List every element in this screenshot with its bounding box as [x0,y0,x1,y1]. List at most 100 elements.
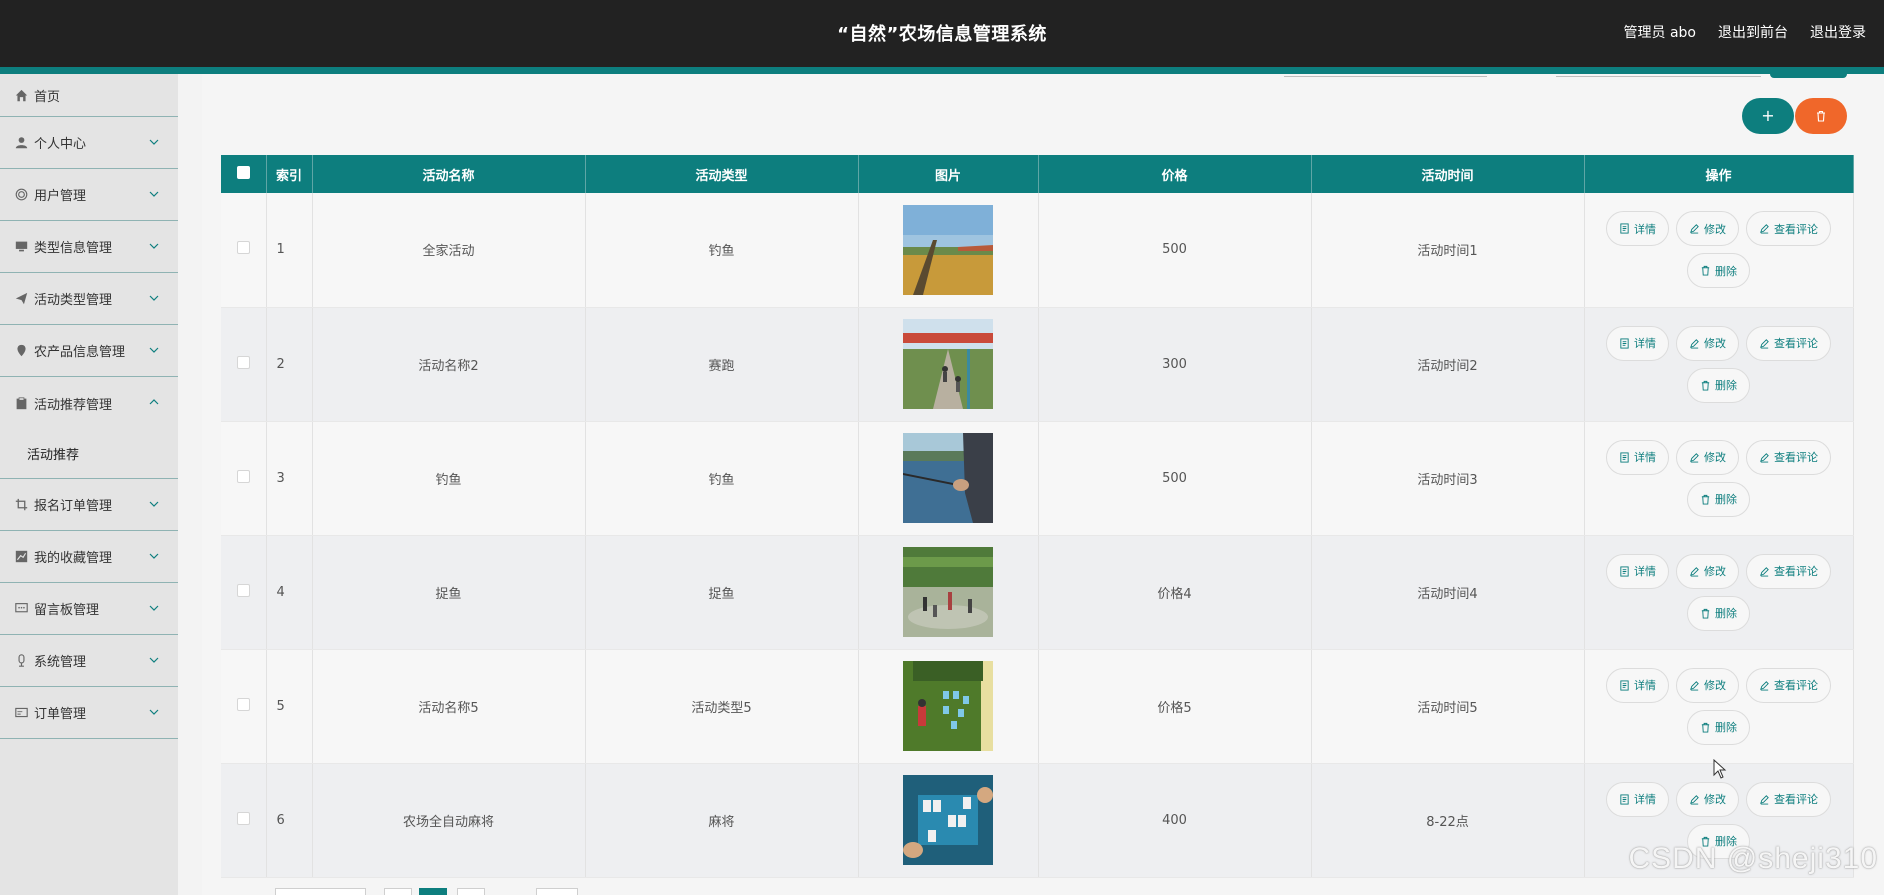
row-checkbox[interactable] [236,469,250,483]
trash-icon [1701,722,1710,733]
edit-button[interactable]: 修改 [1676,553,1739,589]
detail-button[interactable]: 详情 [1606,553,1669,589]
activity-thumbnail[interactable] [903,204,993,295]
sidebar-item-home[interactable]: 首页 [0,74,178,117]
sidebar-item-type-info[interactable]: 类型信息管理 [0,221,178,273]
current-page-button[interactable] [419,888,447,895]
detail-label: 详情 [1634,679,1656,692]
sidebar-item-system[interactable]: 系统管理 [0,635,178,687]
view-comments-button[interactable]: 查看评论 [1746,553,1831,589]
logout-link[interactable]: 退出登录 [1810,22,1866,42]
actions-cell: 详情 修改 查看评论 删除 [1584,421,1854,536]
chevron-down-icon [149,501,159,507]
search-input-underline[interactable] [1284,76,1487,77]
location-icon [14,344,28,358]
comments-label: 查看评论 [1774,793,1818,806]
row-index: 3 [266,421,313,536]
sidebar-item-label: 活动类型管理 [34,293,113,308]
activity-thumbnail[interactable] [903,775,993,865]
chevron-down-icon [149,553,159,559]
row-checkbox-cell[interactable] [221,649,267,764]
edit-button[interactable]: 修改 [1676,667,1739,703]
trash-icon [1701,380,1710,391]
chevron-down-icon [149,191,159,197]
add-button[interactable]: + [1742,98,1794,134]
edit-button[interactable]: 修改 [1676,439,1739,475]
detail-button[interactable]: 详情 [1606,781,1669,817]
sidebar-subitem-activity-recommend[interactable]: 活动推荐 [0,429,178,479]
delete-button[interactable]: 删除 [1687,709,1750,745]
detail-button[interactable]: 详情 [1606,325,1669,361]
search-button[interactable] [1770,74,1847,78]
next-page-button[interactable] [536,888,578,895]
page-size-select[interactable] [275,888,366,895]
edit-button[interactable]: 修改 [1676,325,1739,361]
row-checkbox-cell[interactable] [221,421,267,536]
activity-name: 捉鱼 [312,535,586,650]
edit-icon [1690,452,1699,463]
select-all-checkbox[interactable] [236,165,250,179]
sidebar-item-label: 类型信息管理 [34,241,113,256]
table-row: 4 捉鱼 捉鱼 价格4 活动时间4 详情 修改 查看评论 删除 [221,535,1854,650]
delete-button[interactable]: 删除 [1687,481,1750,517]
sidebar-item-activity-recommend[interactable]: 活动推荐管理 [0,377,178,429]
row-checkbox-cell[interactable] [221,307,267,422]
page-button[interactable] [457,888,485,895]
row-index: 5 [266,649,313,764]
delete-button[interactable]: 删除 [1687,595,1750,631]
home-icon [14,88,28,102]
sidebar-item-message-board[interactable]: 留言板管理 [0,583,178,635]
row-index: 2 [266,307,313,422]
mic-icon [14,654,28,668]
delete-label: 删除 [1715,493,1737,506]
detail-button[interactable]: 详情 [1606,211,1669,247]
batch-delete-button[interactable] [1795,98,1847,134]
activity-thumbnail[interactable] [903,661,993,751]
sidebar-item-personal-center[interactable]: 个人中心 [0,117,178,169]
document-icon [1620,223,1629,234]
exit-to-front-link[interactable]: 退出到前台 [1718,22,1788,42]
edit-icon [1690,338,1699,349]
sidebar-item-signup-orders[interactable]: 报名订单管理 [0,479,178,531]
view-comments-button[interactable]: 查看评论 [1746,211,1831,247]
select-all-checkbox-cell[interactable] [221,155,267,193]
view-comments-button[interactable]: 查看评论 [1746,781,1831,817]
sidebar-item-orders[interactable]: 订单管理 [0,687,178,739]
activity-name: 全家活动 [312,193,586,308]
view-comments-button[interactable]: 查看评论 [1746,667,1831,703]
edit-button[interactable]: 修改 [1676,211,1739,247]
row-checkbox-cell[interactable] [221,535,267,650]
delete-button[interactable]: 删除 [1687,367,1750,403]
detail-button[interactable]: 详情 [1606,667,1669,703]
activity-time: 活动时间4 [1311,535,1585,650]
activity-thumbnail[interactable] [903,319,993,409]
sidebar-item-activity-type[interactable]: 活动类型管理 [0,273,178,325]
sidebar-item-favorites[interactable]: 我的收藏管理 [0,531,178,583]
view-comments-button[interactable]: 查看评论 [1746,439,1831,475]
activity-table: 索引 活动名称 活动类型 图片 价格 活动时间 操作 1 全家活动 钓鱼 500 [221,155,1854,878]
edit-button[interactable]: 修改 [1676,781,1739,817]
edit-label: 修改 [1704,565,1726,578]
row-checkbox[interactable] [236,355,250,369]
sidebar-item-product-info[interactable]: 农产品信息管理 [0,325,178,377]
activity-thumbnail[interactable] [903,433,993,523]
row-checkbox[interactable] [236,583,250,597]
prev-page-button[interactable] [384,888,412,895]
edit-label: 修改 [1704,222,1726,236]
column-header: 活动时间 [1311,155,1585,193]
search-input-underline[interactable] [1556,76,1761,77]
activity-name: 钓鱼 [312,421,586,536]
activity-thumbnail[interactable] [903,547,993,637]
row-checkbox[interactable] [236,241,250,255]
comments-label: 查看评论 [1774,679,1818,692]
detail-button[interactable]: 详情 [1606,439,1669,475]
row-checkbox-cell[interactable] [221,193,267,308]
row-checkbox-cell[interactable] [221,763,267,878]
row-checkbox[interactable] [236,811,250,825]
view-comments-button[interactable]: 查看评论 [1746,325,1831,361]
row-checkbox[interactable] [236,697,250,711]
sidebar-item-user-management[interactable]: 用户管理 [0,169,178,221]
chevron-down-icon [149,347,159,353]
trash-icon [1701,608,1710,619]
delete-button[interactable]: 删除 [1687,253,1750,289]
